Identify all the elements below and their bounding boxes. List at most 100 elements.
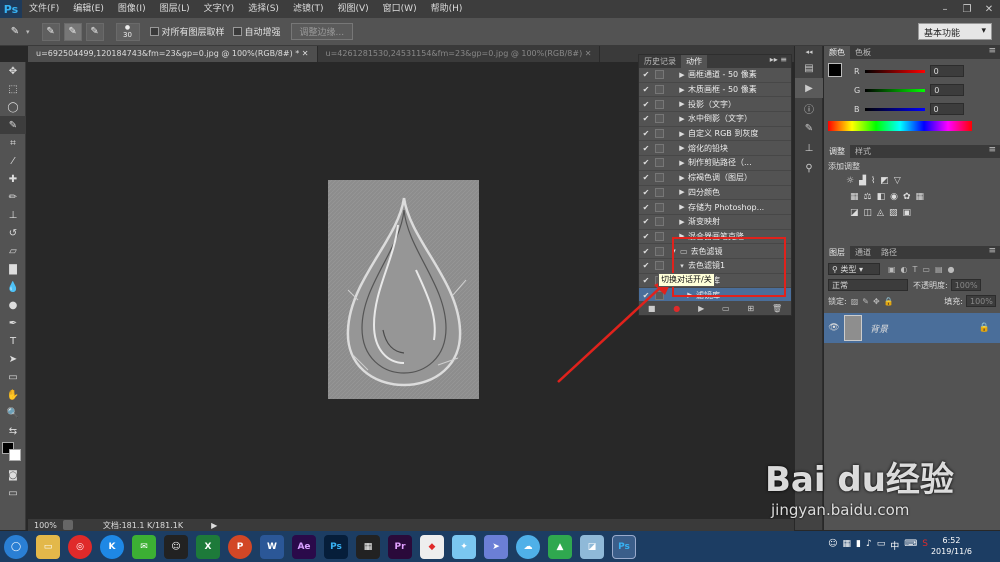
chevron-right-icon[interactable]: ▶	[676, 100, 688, 108]
action-item[interactable]: ✔ ▶ 存储为 Photoshop...	[639, 200, 791, 215]
gradient-tool-icon[interactable]: ▇	[0, 260, 26, 278]
red-slider[interactable]	[864, 69, 925, 73]
tab-channels[interactable]: 通道	[850, 246, 876, 259]
fg-color-swatch[interactable]	[828, 63, 842, 77]
background-color[interactable]	[9, 449, 21, 461]
check-icon[interactable]: ✔	[639, 129, 653, 138]
check-icon[interactable]: ✔	[639, 188, 653, 197]
word-icon[interactable]: W	[260, 534, 284, 559]
levels-icon[interactable]: ▟	[859, 176, 866, 186]
signal-icon[interactable]: ▮	[856, 539, 861, 552]
after-effects-icon[interactable]: Ae	[292, 534, 316, 559]
brush-tool-icon[interactable]: ✏	[0, 188, 26, 206]
chevron-right-icon[interactable]: ▶	[676, 203, 688, 211]
color-balance-icon[interactable]: ⚖	[864, 192, 872, 202]
check-icon[interactable]: ✔	[639, 158, 653, 167]
healing-brush-icon[interactable]: ✚	[0, 170, 26, 188]
check-icon[interactable]: ✔	[639, 217, 653, 226]
opacity-input[interactable]: 100%	[950, 279, 981, 291]
new-set-icon[interactable]: ▭	[722, 304, 730, 313]
status-menu-icon[interactable]	[62, 520, 73, 530]
menu-edit[interactable]: 编辑(E)	[66, 0, 111, 18]
pen-tool-icon[interactable]: ✒	[0, 314, 26, 332]
dialog-toggle-icon[interactable]	[655, 143, 664, 153]
tab-paths[interactable]: 路径	[876, 246, 902, 259]
channel-mixer-icon[interactable]: ✿	[903, 192, 911, 202]
dialog-toggle-icon[interactable]	[655, 187, 664, 197]
new-selection-icon[interactable]: ✎	[41, 22, 60, 41]
tab-swatches[interactable]: 色板	[850, 46, 876, 59]
photoshop-icon[interactable]: Ps	[324, 534, 348, 559]
gradient-map-icon[interactable]: ▽	[894, 176, 901, 186]
screen-mode-icon[interactable]: ▭	[0, 484, 26, 502]
play-icon[interactable]: ▶	[698, 304, 704, 313]
blue-value[interactable]: 0	[929, 103, 964, 115]
check-icon[interactable]: ✔	[639, 203, 653, 212]
workspace-select[interactable]: 基本功能 ▾	[918, 23, 992, 40]
subtract-selection-icon[interactable]: ✎	[85, 22, 104, 41]
panel-menu-icon[interactable]: ≡	[988, 246, 1000, 259]
blend-mode-select[interactable]: 正常	[828, 279, 908, 291]
action-item[interactable]: ✔ ▶ 四分颜色	[639, 186, 791, 201]
layer-filter-icons[interactable]: ▣◐T▭▤●	[888, 265, 960, 274]
doc-tab-1[interactable]: u=692504499,120184743&fm=23&gp=0.jpg @ 1…	[28, 46, 318, 62]
premiere-icon[interactable]: Pr	[388, 534, 412, 559]
chevron-right-icon[interactable]: ▶	[676, 130, 688, 138]
threshold-icon[interactable]: ◬	[877, 208, 884, 218]
layer-row-background[interactable]: 👁 背景 🔒	[824, 313, 1000, 343]
tab-layers[interactable]: 图层	[824, 246, 850, 259]
action-item[interactable]: ✔ ▶ 木质画框 - 50 像素	[639, 83, 791, 98]
dialog-toggle-icon[interactable]	[655, 99, 664, 109]
canvas-image[interactable]	[328, 180, 479, 399]
battery-icon[interactable]: ▭	[877, 539, 886, 552]
new-action-icon[interactable]: ⊞	[747, 304, 754, 313]
action-item[interactable]: ✔ ▶ 自定义 RGB 到灰度	[639, 127, 791, 142]
brightness-icon[interactable]: ☼	[846, 176, 854, 186]
pen-app-icon[interactable]: ◪	[580, 534, 604, 559]
brush-size-picker[interactable]: ● 30	[115, 22, 140, 41]
menu-image[interactable]: 图像(I)	[111, 0, 153, 18]
close-icon[interactable]: ✕	[978, 0, 1000, 18]
chevron-right-icon[interactable]: ▶	[676, 144, 688, 152]
stamp-tool-icon[interactable]: ⊥	[0, 206, 26, 224]
dialog-toggle-icon[interactable]	[655, 202, 664, 212]
collapse-icon[interactable]: ◂◂	[795, 46, 823, 58]
menu-layer[interactable]: 图层(L)	[153, 0, 197, 18]
invert-icon[interactable]: ◪	[850, 208, 859, 218]
panel-menu-icon[interactable]: ▸▸ ≡	[770, 55, 791, 68]
menu-view[interactable]: 视图(V)	[330, 0, 375, 18]
user-icon[interactable]: ☺	[828, 539, 837, 552]
crop-tool-icon[interactable]: ⌗	[0, 134, 26, 152]
action-item[interactable]: ✔ ▶ 渐变映射	[639, 215, 791, 230]
eyedropper-tool-icon[interactable]: ⁄	[0, 152, 26, 170]
photo-filter-icon[interactable]: ◉	[890, 192, 898, 202]
file-explorer-icon[interactable]: ▭	[36, 534, 60, 559]
path-select-icon[interactable]: ➤	[0, 350, 26, 368]
shape-tool-icon[interactable]: ▭	[0, 368, 26, 386]
wps-icon[interactable]: ◆	[420, 534, 444, 559]
color-lookup-icon[interactable]: ▦	[916, 192, 925, 202]
exposure-icon[interactable]: ◩	[880, 176, 889, 186]
excel-icon[interactable]: X	[196, 534, 220, 559]
photoshop-active-icon[interactable]: Ps	[612, 534, 636, 559]
wechat-icon[interactable]: ✉	[132, 534, 156, 559]
curves-icon[interactable]: ⌇	[871, 176, 875, 186]
check-icon[interactable]: ✔	[639, 173, 653, 182]
action-item[interactable]: ✔ ▶ 投影（文字）	[639, 97, 791, 113]
actions-panel-icon[interactable]: ▶	[795, 78, 823, 98]
marquee-tool-icon[interactable]: ⬚	[0, 80, 26, 98]
menu-file[interactable]: 文件(F)	[22, 0, 66, 18]
quick-select-tool-icon[interactable]: ✎	[0, 116, 26, 134]
tab-adjustments[interactable]: 调整	[824, 145, 850, 158]
chevron-right-icon[interactable]: ▶	[676, 188, 688, 196]
hue-icon[interactable]: ▣	[902, 208, 911, 218]
panel-menu-icon[interactable]: ≡	[988, 145, 1000, 158]
kugou-icon[interactable]: K	[100, 534, 124, 559]
menu-filter[interactable]: 滤镜(T)	[286, 0, 331, 18]
green-app-icon[interactable]: ▲	[548, 534, 572, 559]
menu-window[interactable]: 窗口(W)	[376, 0, 424, 18]
bird-app-icon[interactable]: ✦	[452, 534, 476, 559]
blue-slider[interactable]	[864, 107, 925, 111]
zoom-level[interactable]: 100%	[34, 521, 57, 530]
keyboard-icon[interactable]: ⌨	[904, 539, 917, 552]
